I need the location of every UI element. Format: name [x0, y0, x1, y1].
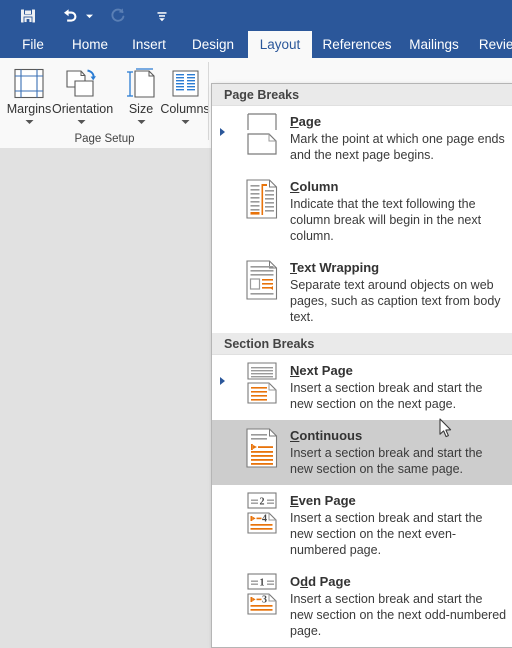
columns-caret-icon[interactable] — [156, 117, 214, 127]
orientation-caret-icon[interactable] — [52, 117, 110, 127]
redo-icon — [111, 8, 124, 22]
menu-item-title: Text Wrapping — [290, 260, 380, 275]
menu-item-next-page[interactable]: Next Page Insert a section break and star… — [212, 355, 512, 420]
even-page-break-icon: 24 — [240, 492, 284, 534]
undo-icon — [63, 8, 76, 22]
tab-home[interactable]: Home — [66, 31, 114, 58]
menu-item-text: Even Page Insert a section break and star… — [284, 492, 508, 558]
column-break-icon — [240, 178, 284, 220]
tab-review[interactable]: Review — [474, 31, 512, 58]
menu-item-text: Text Wrapping Separate text around object… — [284, 259, 508, 325]
text-wrapping-break-icon — [240, 259, 284, 301]
menu-item-description: Insert a section break and start the new… — [290, 511, 483, 557]
next-page-break-icon — [240, 362, 284, 404]
ribbon-button-orientation[interactable]: Orientation — [52, 62, 114, 127]
svg-text:2: 2 — [260, 496, 265, 507]
breaks-dropdown-menu: Page Breaks Page Mark the point at which o… — [211, 83, 512, 648]
menu-item-marker-icon — [220, 128, 225, 136]
ribbon-button-columns[interactable]: Columns — [156, 62, 214, 127]
menu-item-column[interactable]: Column Indicate that the text following t… — [212, 171, 512, 252]
margins-icon — [0, 62, 58, 100]
menu-item-description: Mark the point at which one page ends an… — [290, 132, 505, 162]
menu-item-title: Odd Page — [290, 574, 351, 589]
tab-layout[interactable]: Layout — [248, 31, 312, 58]
page-break-icon — [240, 113, 284, 155]
odd-page-break-icon: 13 — [240, 573, 284, 615]
menu-item-description: Separate text around objects on web page… — [290, 278, 501, 324]
customize-icon — [157, 11, 167, 21]
save-icon — [21, 9, 35, 23]
menu-item-page[interactable]: Page Mark the point at which one page end… — [212, 106, 512, 171]
menu-item-description: Insert a section break and start the new… — [290, 592, 507, 638]
ribbon-button-columns-label: Columns — [160, 102, 210, 116]
menu-item-text: Column Indicate that the text following t… — [284, 178, 508, 244]
menu-item-description: Insert a section break and start the new… — [290, 446, 483, 476]
menu-item-marker-icon — [220, 377, 225, 385]
menu-item-title: Continuous — [290, 428, 363, 443]
ribbon-tab-strip: File Home Insert Design Layout References Mail… — [0, 31, 512, 58]
chevron-down-icon — [85, 14, 93, 18]
quick-access-undo-dropdown[interactable] — [82, 0, 96, 31]
quick-access-save-button[interactable] — [14, 0, 42, 31]
menu-item-description: Indicate that the text following the col… — [290, 197, 482, 243]
tab-file[interactable]: File — [14, 31, 52, 58]
title-bar — [0, 0, 512, 31]
continuous-break-icon — [240, 427, 284, 469]
ribbon-group-page-setup-title: Page Setup — [74, 133, 135, 145]
menu-item-text: Page Mark the point at which one page end… — [284, 113, 508, 163]
menu-item-title: Next Page — [290, 363, 353, 378]
menu-item-even-page[interactable]: 2 4 Even Page Insert a section break and st… — [212, 485, 512, 566]
tab-references[interactable]: References — [316, 31, 398, 58]
menu-section-header: Page Breaks — [212, 84, 512, 106]
menu-item-title: Even Page — [290, 493, 356, 508]
menu-item-continuous[interactable]: Continuous Insert a section break and sta… — [212, 420, 512, 485]
ribbon-button-margins-label: Margins — [6, 102, 52, 116]
quick-access-redo-button — [104, 0, 130, 31]
ribbon-group-page-setup: Margins Orientation Size Columns Page Se… — [0, 58, 210, 147]
tab-mailings[interactable]: Mailings — [402, 31, 466, 58]
ribbon-group-divider — [208, 62, 209, 140]
menu-item-odd-page[interactable]: 1 3 Odd Page Insert a section break and sta… — [212, 566, 512, 647]
columns-icon — [156, 62, 214, 100]
quick-access-customize-button[interactable] — [150, 0, 174, 31]
svg-text:4: 4 — [262, 513, 267, 524]
quick-access-undo-button[interactable] — [58, 0, 82, 31]
orientation-icon — [52, 62, 110, 100]
menu-section-header: Section Breaks — [212, 333, 512, 355]
menu-item-title: Page — [290, 114, 322, 129]
menu-item-description: Insert a section break and start the new… — [290, 381, 483, 411]
menu-item-text-wrapping[interactable]: Text Wrapping Separate text around object… — [212, 252, 512, 333]
menu-item-text: Odd Page Insert a section break and start… — [284, 573, 508, 639]
svg-text:1: 1 — [260, 577, 265, 588]
margins-caret-icon[interactable] — [0, 117, 58, 127]
menu-item-text: Continuous Insert a section break and sta… — [284, 427, 508, 477]
tab-design[interactable]: Design — [186, 31, 240, 58]
menu-item-text: Next Page Insert a section break and star… — [284, 362, 508, 412]
menu-item-title: Column — [290, 179, 339, 194]
ribbon-button-orientation-label: Orientation — [52, 102, 114, 116]
ribbon-button-margins[interactable]: Margins — [0, 62, 58, 127]
tab-insert[interactable]: Insert — [126, 31, 172, 58]
svg-text:3: 3 — [262, 594, 267, 605]
